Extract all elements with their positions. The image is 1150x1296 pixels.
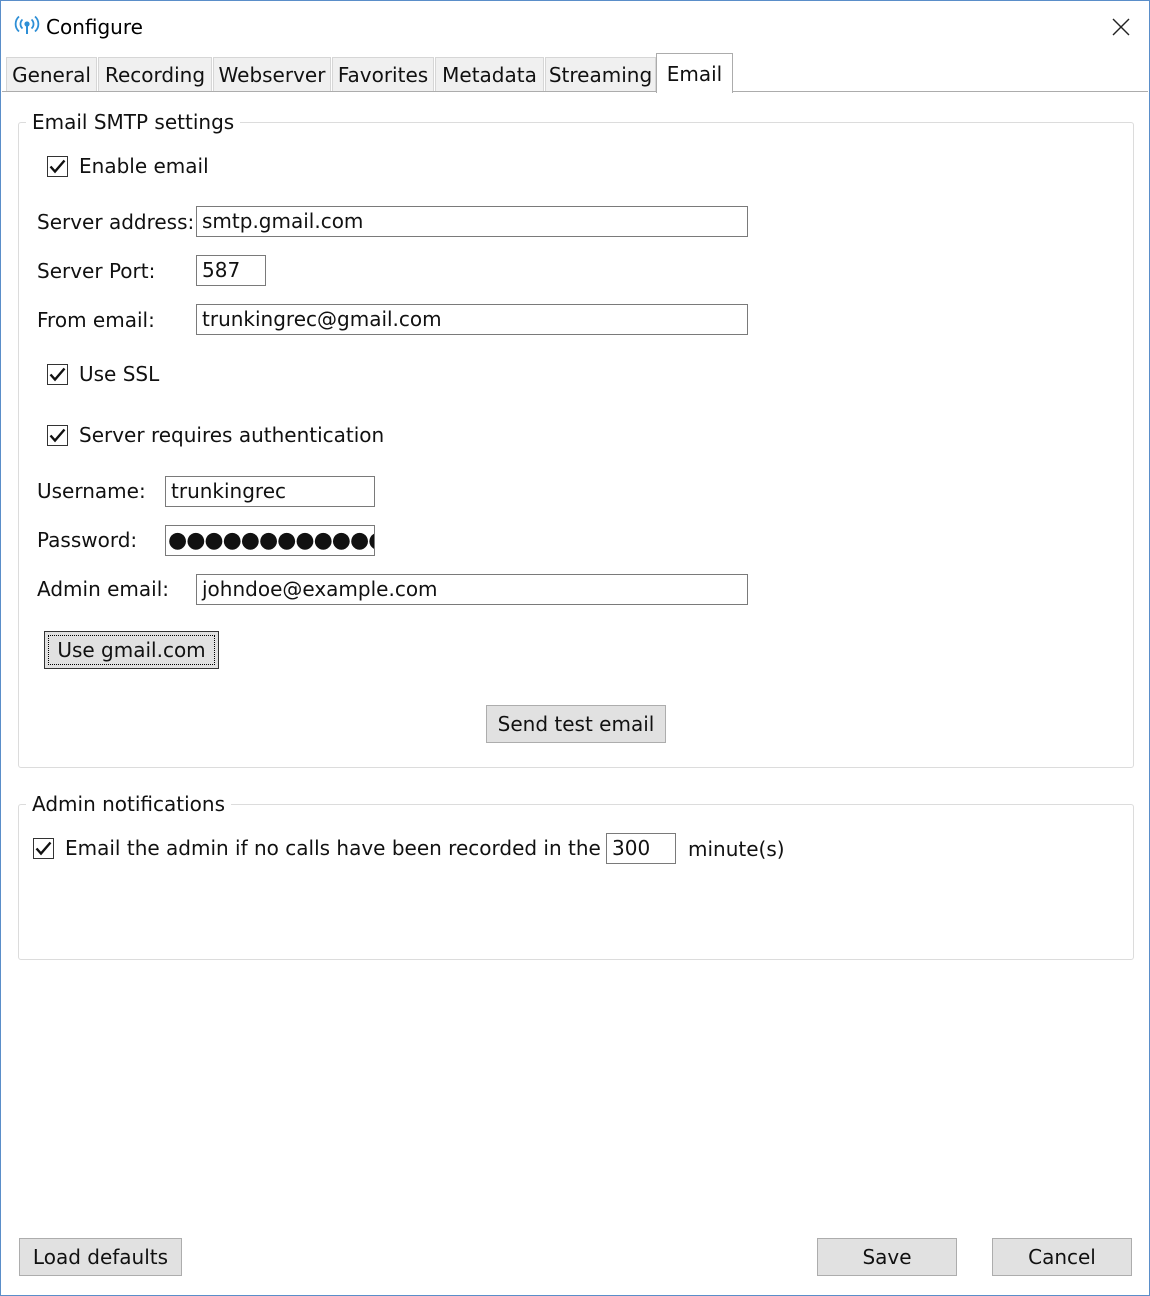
tab-bar: General Recording Webserver Favorites Me… <box>5 53 1147 93</box>
save-label: Save <box>862 1245 912 1269</box>
send-test-email-button[interactable]: Send test email <box>486 705 666 743</box>
use-gmail-button-label: Use gmail.com <box>57 638 206 662</box>
configure-window: Configure General Recording Webserver Fa… <box>0 0 1150 1296</box>
cancel-label: Cancel <box>1028 1245 1096 1269</box>
admin-notifications-legend: Admin notifications <box>32 792 225 816</box>
requires-auth-label[interactable]: Server requires authentication <box>79 423 384 447</box>
username-input[interactable]: trunkingrec <box>165 476 375 507</box>
enable-email-checkbox[interactable] <box>47 156 68 177</box>
tab-general[interactable]: General <box>6 57 97 91</box>
tab-metadata[interactable]: Metadata <box>435 57 544 91</box>
from-email-input[interactable]: trunkingrec@gmail.com <box>196 304 748 335</box>
smtp-settings-legend: Email SMTP settings <box>32 110 235 134</box>
radio-broadcast-icon <box>13 12 41 40</box>
tab-favorites[interactable]: Favorites <box>332 57 434 91</box>
admin-notifications-group: Admin notifications <box>18 792 1134 960</box>
notify-admin-label[interactable]: Email the admin if no calls have been re… <box>65 836 643 860</box>
tab-streaming[interactable]: Streaming <box>545 57 656 91</box>
checkmark-icon <box>49 428 66 443</box>
cancel-button[interactable]: Cancel <box>992 1238 1132 1276</box>
enable-email-label[interactable]: Enable email <box>79 154 209 178</box>
server-address-input[interactable]: smtp.gmail.com <box>196 206 748 237</box>
window-title: Configure <box>46 15 143 39</box>
use-gmail-button[interactable]: Use gmail.com <box>44 631 219 669</box>
server-address-label: Server address: <box>37 210 195 234</box>
tab-email[interactable]: Email <box>656 53 733 93</box>
requires-auth-checkbox[interactable] <box>47 425 68 446</box>
password-input[interactable]: ●●●●●●●●●●●●●●●● <box>165 525 375 556</box>
title-bar: Configure <box>1 1 1149 53</box>
minutes-unit-label: minute(s) <box>688 837 785 861</box>
tab-recording[interactable]: Recording <box>98 57 212 91</box>
use-ssl-checkbox[interactable] <box>47 364 68 385</box>
checkmark-icon <box>49 159 66 174</box>
tab-webserver[interactable]: Webserver <box>213 57 331 91</box>
use-ssl-label[interactable]: Use SSL <box>79 362 159 386</box>
load-defaults-button[interactable]: Load defaults <box>19 1238 182 1276</box>
minutes-input[interactable]: 300 <box>606 833 676 864</box>
load-defaults-label: Load defaults <box>32 1245 169 1269</box>
notify-admin-checkbox[interactable] <box>33 838 54 859</box>
close-icon <box>1112 18 1130 36</box>
username-label: Username: <box>37 479 146 503</box>
admin-email-label: Admin email: <box>37 577 169 601</box>
admin-email-input[interactable]: johndoe@example.com <box>196 574 748 605</box>
checkmark-icon <box>35 841 52 856</box>
from-email-label: From email: <box>37 308 155 332</box>
server-port-input[interactable]: 587 <box>196 255 266 286</box>
checkmark-icon <box>49 367 66 382</box>
email-tab-panel: Email SMTP settings Enable email Server … <box>2 91 1148 1221</box>
server-port-label: Server Port: <box>37 259 156 283</box>
close-button[interactable] <box>1093 1 1149 53</box>
send-test-email-label: Send test email <box>497 712 655 736</box>
password-label: Password: <box>37 528 138 552</box>
save-button[interactable]: Save <box>817 1238 957 1276</box>
